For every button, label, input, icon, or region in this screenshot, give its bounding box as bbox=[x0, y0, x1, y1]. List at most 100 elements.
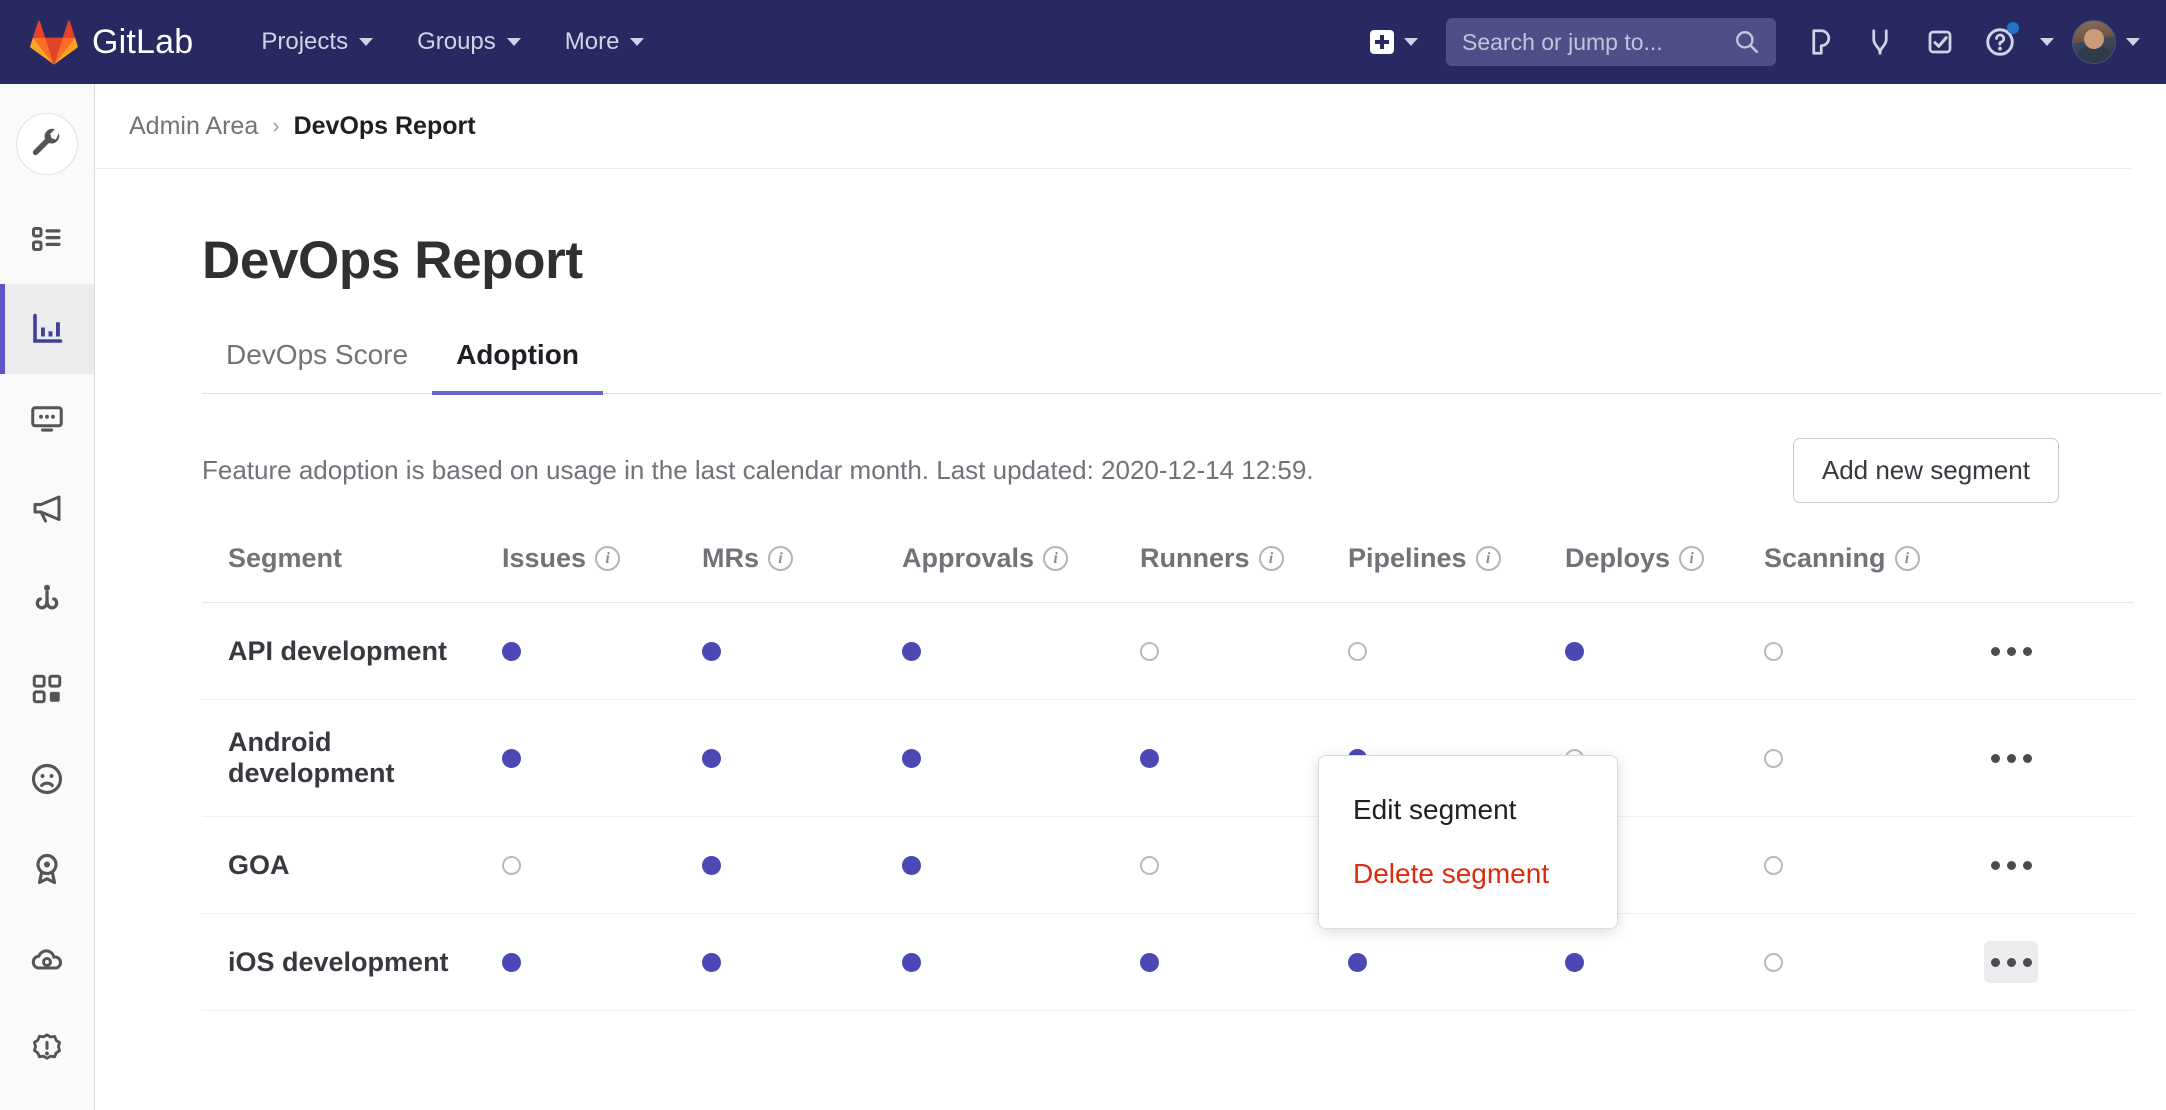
column-header-approvals: Approvals i bbox=[902, 543, 1140, 603]
adoption-cell-scanning bbox=[1764, 914, 1984, 1011]
ellipsis-dot bbox=[1991, 754, 2000, 763]
row-actions-cell bbox=[1984, 914, 2134, 1011]
adoption-table-head: Segment Issues i MRs i bbox=[202, 543, 2134, 603]
adopted-dot-icon bbox=[702, 642, 721, 661]
row-actions-menu-button[interactable] bbox=[1984, 737, 2038, 779]
main-content: Admin Area › DevOps Report DevOps Report… bbox=[95, 84, 2166, 1110]
adoption-cell-mrs bbox=[702, 817, 902, 914]
tab-adoption[interactable]: Adoption bbox=[432, 331, 603, 393]
adoption-cell-scanning bbox=[1764, 603, 1984, 700]
adoption-cell-pipelines bbox=[1348, 603, 1565, 700]
nav-item-more[interactable]: More bbox=[543, 0, 667, 84]
row-actions-cell bbox=[1984, 603, 2134, 700]
info-icon[interactable]: i bbox=[595, 546, 620, 571]
adopted-dot-icon bbox=[502, 642, 521, 661]
info-icon[interactable]: i bbox=[1895, 546, 1920, 571]
issues-button[interactable] bbox=[1790, 0, 1850, 84]
breadcrumb-separator: › bbox=[272, 113, 279, 139]
row-actions-menu-button[interactable] bbox=[1984, 844, 2038, 886]
adopted-dot-icon bbox=[702, 856, 721, 875]
row-actions-menu-button[interactable] bbox=[1984, 941, 2038, 983]
todos-button[interactable] bbox=[1910, 0, 1970, 84]
adopted-dot-icon bbox=[902, 749, 921, 768]
adoption-cell-runners bbox=[1140, 817, 1348, 914]
monitor-icon bbox=[29, 401, 65, 437]
merge-requests-button[interactable] bbox=[1850, 0, 1910, 84]
tab-devops-score[interactable]: DevOps Score bbox=[202, 331, 432, 393]
nav-item-projects-label: Projects bbox=[261, 28, 348, 56]
sidebar-item-messages[interactable] bbox=[0, 464, 94, 554]
breadcrumb-admin-area[interactable]: Admin Area bbox=[129, 112, 258, 141]
column-header-mrs: MRs i bbox=[702, 543, 902, 603]
add-new-segment-button[interactable]: Add new segment bbox=[1793, 438, 2059, 503]
nav-item-projects[interactable]: Projects bbox=[239, 0, 395, 84]
column-header-segment: Segment bbox=[202, 543, 502, 603]
info-icon[interactable]: i bbox=[1259, 546, 1284, 571]
sidebar-item-deploy-keys[interactable] bbox=[0, 1004, 94, 1094]
applications-grid-icon bbox=[30, 672, 64, 706]
list-bulleted-icon bbox=[29, 221, 65, 257]
sidebar-item-system-hooks[interactable] bbox=[0, 554, 94, 644]
new-item-button[interactable] bbox=[1356, 30, 1432, 54]
row-actions-cell bbox=[1984, 700, 2134, 817]
info-icon[interactable]: i bbox=[1043, 546, 1068, 571]
not-adopted-dot-icon bbox=[1140, 642, 1159, 661]
sidebar-item-license[interactable] bbox=[0, 824, 94, 914]
search-placeholder: Search or jump to... bbox=[1462, 29, 1663, 56]
column-header-approvals-label: Approvals bbox=[902, 543, 1034, 574]
adopted-dot-icon bbox=[1140, 749, 1159, 768]
info-icon[interactable]: i bbox=[768, 546, 793, 571]
column-header-issues: Issues i bbox=[502, 543, 702, 603]
gitlab-brand-text[interactable]: GitLab bbox=[92, 23, 193, 62]
help-caret[interactable] bbox=[2030, 0, 2064, 84]
segment-actions-dropdown: Edit segment Delete segment bbox=[1318, 755, 1618, 929]
adoption-table-body: API developmentAndroid developmentGOAiOS… bbox=[202, 603, 2134, 1011]
adopted-dot-icon bbox=[502, 749, 521, 768]
navbar-menu: Projects Groups More bbox=[239, 0, 666, 84]
adoption-table-wrap: Segment Issues i MRs i bbox=[202, 543, 2059, 1011]
adopted-dot-icon bbox=[1348, 953, 1367, 972]
segment-name-cell: GOA bbox=[202, 817, 502, 914]
column-header-deploys-label: Deploys bbox=[1565, 543, 1670, 574]
sidebar-item-monitoring[interactable] bbox=[0, 374, 94, 464]
sidebar-item-kubernetes[interactable] bbox=[0, 914, 94, 1004]
info-icon[interactable]: i bbox=[1476, 546, 1501, 571]
sidebar-item-admin-overview-avatar[interactable] bbox=[0, 84, 94, 194]
dropdown-item-edit-segment[interactable]: Edit segment bbox=[1319, 778, 1617, 842]
chevron-down-icon bbox=[359, 38, 373, 46]
table-row: iOS development bbox=[202, 914, 2134, 1011]
not-adopted-dot-icon bbox=[1764, 953, 1783, 972]
adopted-dot-icon bbox=[502, 953, 521, 972]
navbar-right: Search or jump to... bbox=[1356, 0, 2166, 84]
adopted-dot-icon bbox=[1565, 642, 1584, 661]
nav-item-more-label: More bbox=[565, 28, 620, 56]
sidebar-item-analytics[interactable] bbox=[0, 284, 94, 374]
dropdown-item-delete-segment[interactable]: Delete segment bbox=[1319, 842, 1617, 906]
adoption-cell-issues bbox=[502, 914, 702, 1011]
user-menu-button[interactable] bbox=[2072, 20, 2140, 64]
adoption-cell-approvals bbox=[902, 700, 1140, 817]
merge-requests-icon bbox=[1865, 27, 1895, 57]
gitlab-logo-icon[interactable] bbox=[30, 19, 78, 65]
adopted-dot-icon bbox=[902, 856, 921, 875]
adopted-dot-icon bbox=[1140, 953, 1159, 972]
sidebar-item-abuse-reports[interactable] bbox=[0, 734, 94, 824]
adoption-description: Feature adoption is based on usage in th… bbox=[202, 455, 1314, 486]
avatar bbox=[2072, 20, 2116, 64]
adoption-cell-mrs bbox=[702, 914, 902, 1011]
sidebar-item-applications[interactable] bbox=[0, 644, 94, 734]
column-header-pipelines-label: Pipelines bbox=[1348, 543, 1467, 574]
row-actions-menu-button[interactable] bbox=[1984, 630, 2038, 672]
nav-item-groups[interactable]: Groups bbox=[395, 0, 543, 84]
help-button[interactable] bbox=[1970, 0, 2030, 84]
admin-sidebar bbox=[0, 84, 95, 1110]
info-icon[interactable]: i bbox=[1679, 546, 1704, 571]
table-row: Android development bbox=[202, 700, 2134, 817]
search-input[interactable]: Search or jump to... bbox=[1446, 18, 1776, 66]
adopted-dot-icon bbox=[702, 749, 721, 768]
chevron-down-icon bbox=[1404, 38, 1418, 46]
adopted-dot-icon bbox=[702, 953, 721, 972]
adoption-cell-approvals bbox=[902, 914, 1140, 1011]
sidebar-item-overview[interactable] bbox=[0, 194, 94, 284]
not-adopted-dot-icon bbox=[1764, 856, 1783, 875]
